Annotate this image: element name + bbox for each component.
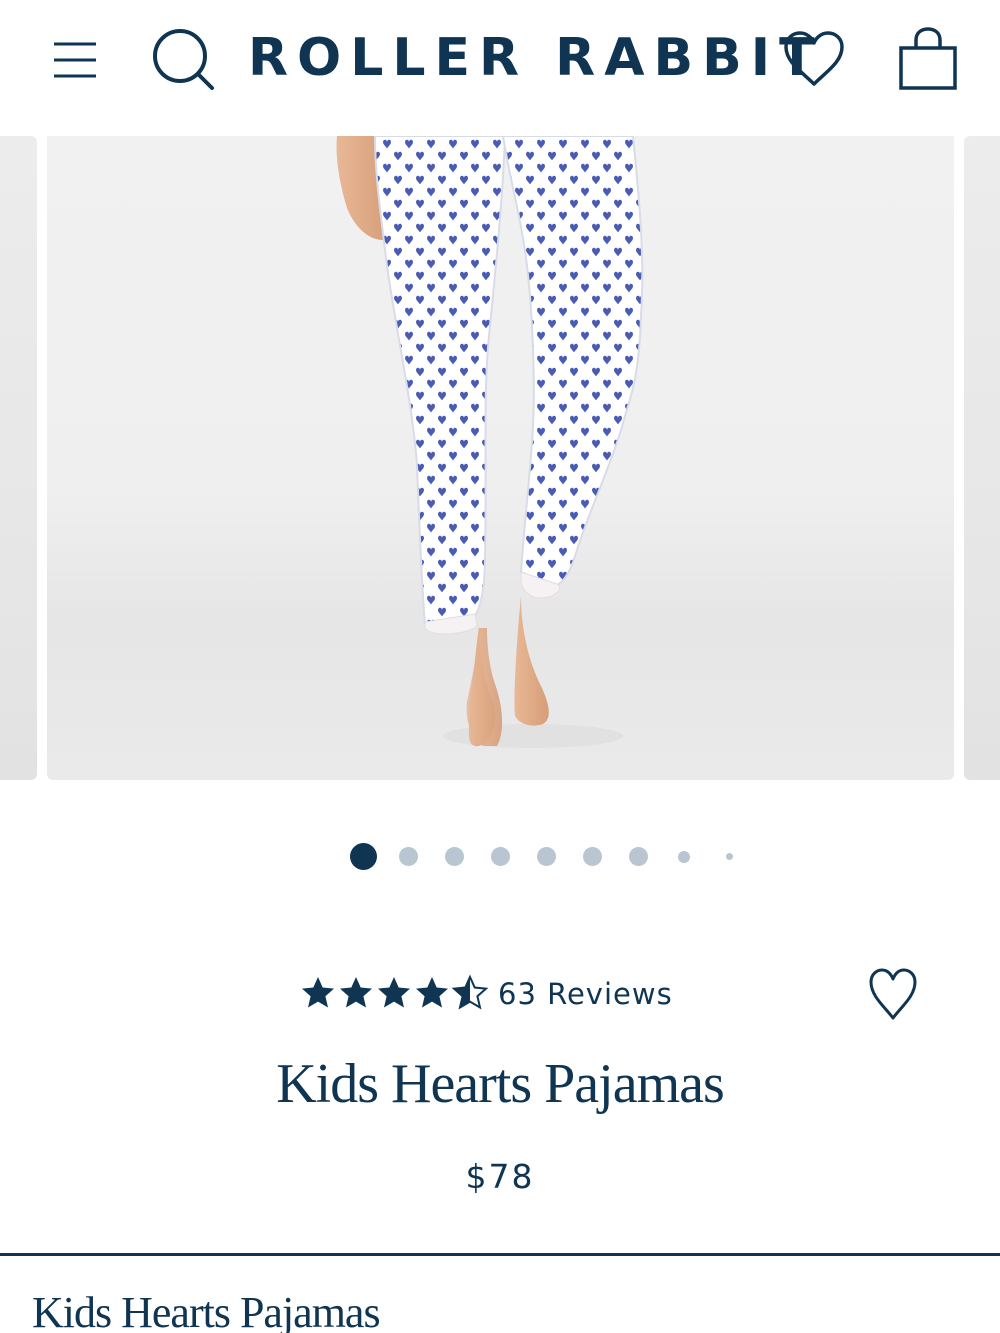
search-icon[interactable] — [150, 26, 216, 92]
pagination-dot[interactable] — [678, 851, 690, 863]
reviews-count-link[interactable]: 63 Reviews — [498, 974, 673, 1014]
star-rating-icon — [302, 974, 489, 1010]
pagination-dot[interactable] — [445, 847, 464, 866]
menu-icon[interactable] — [50, 38, 98, 84]
pagination-dot[interactable] — [537, 847, 556, 866]
pagination-dot[interactable] — [399, 847, 418, 866]
product-price: $78 — [465, 1157, 535, 1196]
pagination-dot[interactable] — [491, 847, 510, 866]
product-rating[interactable]: 63 Reviews — [300, 970, 720, 1020]
product-image[interactable] — [47, 136, 954, 780]
next-slide-peek[interactable] — [964, 136, 1000, 780]
section-divider — [0, 1253, 1000, 1256]
carousel-pagination — [0, 840, 1000, 874]
product-title: Kids Hearts Pajamas — [276, 1053, 725, 1115]
previous-slide-peek[interactable] — [0, 136, 37, 780]
pagination-dot[interactable] — [583, 847, 602, 866]
pagination-dot[interactable] — [350, 843, 377, 870]
details-section-title: Kids Hearts Pajamas — [32, 1288, 381, 1333]
brand-logo[interactable]: ROLLER RABBIT — [248, 28, 815, 88]
add-to-wishlist-heart-icon[interactable] — [868, 966, 918, 1024]
site-header: ROLLER RABBIT — [0, 0, 1000, 136]
pagination-dot[interactable] — [726, 853, 733, 860]
shopping-bag-icon[interactable] — [896, 26, 960, 92]
pagination-dot[interactable] — [629, 847, 648, 866]
heart-icon[interactable] — [782, 30, 846, 88]
product-image-carousel[interactable] — [0, 136, 1000, 782]
